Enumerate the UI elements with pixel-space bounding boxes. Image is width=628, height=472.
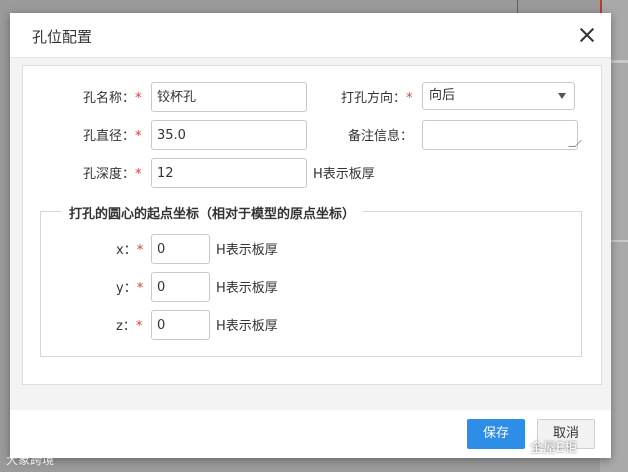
hole-name-label: 孔名称：* <box>83 91 142 106</box>
drill-direction-select[interactable]: 向后 <box>422 82 575 110</box>
remark-label: 备注信息： <box>348 129 414 144</box>
dialog-header: 孔位配置 <box>10 13 611 58</box>
save-button[interactable]: 保存 <box>467 419 525 449</box>
dialog-title: 孔位配置 <box>32 28 93 46</box>
hole-diameter-input[interactable]: 35.0 <box>151 120 307 150</box>
required-mark: * <box>136 243 144 258</box>
hole-depth-unit: H表示板厚 <box>313 167 375 182</box>
watermark-left: 大象跨境 <box>6 453 55 467</box>
required-mark: * <box>135 91 142 106</box>
dialog-footer: 保存 取消 <box>10 410 611 458</box>
axis-line <box>517 0 518 14</box>
hole-depth-label: 孔深度：* <box>83 167 142 182</box>
background-line <box>611 60 628 63</box>
dialog-body: 孔名称：* 铰杯孔 打孔方向：* 向后 孔直径：* 35.0 备注信息： 孔深度… <box>10 58 611 410</box>
y-label: y：* <box>116 281 144 296</box>
resize-handle-icon[interactable] <box>568 140 582 147</box>
drill-direction-value: 向后 <box>429 88 456 103</box>
z-input[interactable]: 0 <box>151 310 210 340</box>
hole-depth-input[interactable]: 12 <box>151 158 307 188</box>
origin-coordinate-group: 打孔的圆心的起点坐标（相对于模型的原点坐标） x：* 0 H表示板厚 y：* 0… <box>40 203 582 357</box>
watermark-right: 全屋E柜 <box>530 441 578 456</box>
required-mark: * <box>135 129 142 144</box>
hole-diameter-label: 孔直径：* <box>83 129 142 144</box>
close-icon[interactable] <box>577 25 597 45</box>
required-mark: * <box>406 91 413 106</box>
required-mark: * <box>136 281 144 296</box>
remark-textarea[interactable] <box>422 120 582 150</box>
x-input[interactable]: 0 <box>151 234 210 264</box>
background-line <box>611 240 628 242</box>
chevron-down-icon <box>558 93 566 99</box>
form-panel: 孔名称：* 铰杯孔 打孔方向：* 向后 孔直径：* 35.0 备注信息： 孔深度… <box>22 65 602 385</box>
x-unit: H表示板厚 <box>216 243 278 258</box>
required-mark: * <box>135 167 142 182</box>
y-input[interactable]: 0 <box>151 272 210 302</box>
hole-name-input[interactable]: 铰杯孔 <box>151 82 307 112</box>
z-unit: H表示板厚 <box>216 319 278 334</box>
hole-config-dialog: 孔位配置 孔名称：* 铰杯孔 打孔方向：* 向后 孔直径：* 35.0 备注信息… <box>10 13 611 458</box>
x-label: x：* <box>116 243 144 258</box>
origin-coordinate-legend: 打孔的圆心的起点坐标（相对于模型的原点坐标） <box>61 203 364 222</box>
drill-direction-label: 打孔方向：* <box>341 91 413 106</box>
z-label: z：* <box>116 319 143 334</box>
y-unit: H表示板厚 <box>216 281 278 296</box>
required-mark: * <box>135 319 143 334</box>
axis-line <box>600 0 602 14</box>
